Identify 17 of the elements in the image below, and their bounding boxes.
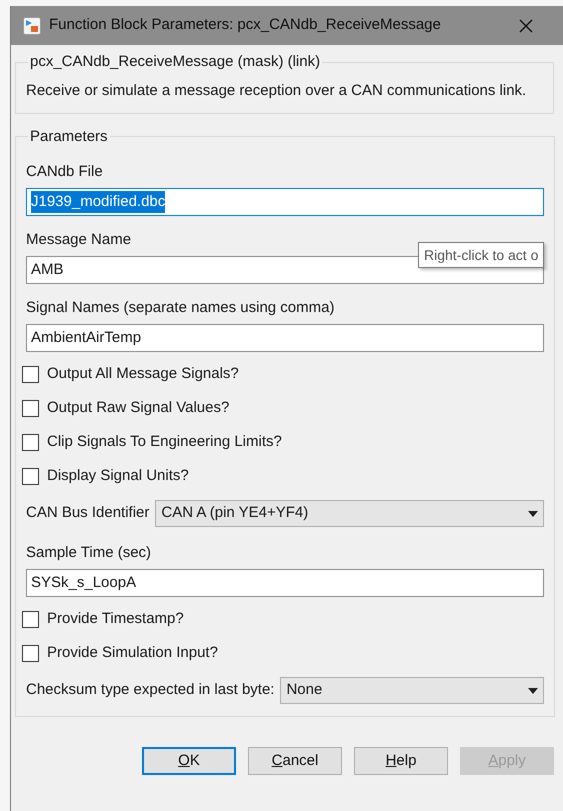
checkbox-label: Provide Simulation Input?: [47, 643, 218, 663]
checkbox-label: Output All Message Signals?: [47, 364, 239, 384]
checkbox-label: Provide Timestamp?: [47, 609, 184, 629]
tooltip: Right-click to act o: [418, 242, 544, 268]
field-label: Sample Time (sec): [26, 543, 152, 563]
dropdown-label: CAN Bus Identifier: [26, 503, 150, 524]
group-title: pcx_CANdb_ReceiveMessage (mask) (link): [29, 52, 322, 72]
field-label: Message Name: [26, 230, 132, 250]
field-label: CANdb File: [26, 162, 103, 182]
dropdown-label: Checksum type expected in last byte:: [26, 680, 274, 700]
group-title: Parameters: [29, 126, 109, 146]
window-title: Function Block Parameters: pcx_CANdb_ReceiveMessage: [49, 15, 441, 36]
checkbox-label: Display Signal Units?: [47, 466, 189, 486]
checkbox-label: Output Raw Signal Values?: [47, 398, 230, 418]
checkbox-label: Clip Signals To Engineering Limits?: [47, 432, 282, 452]
description-text: Receive or simulate a message reception over a CAN communications link.: [26, 80, 528, 100]
field-label: Signal Names (separate names using comma): [26, 298, 334, 318]
